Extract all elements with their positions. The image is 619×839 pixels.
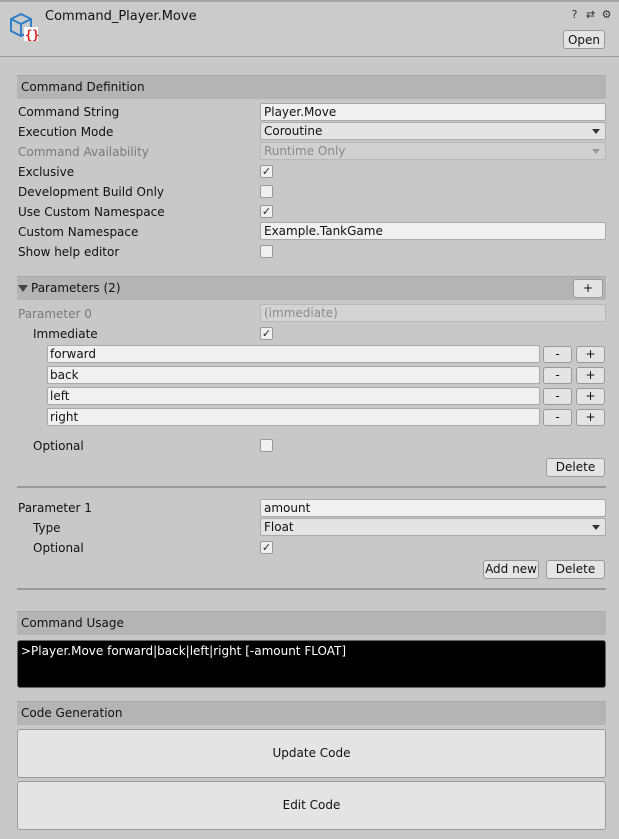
immediate-label: Immediate [33,327,98,341]
immediate-checkbox[interactable]: ✓ [260,327,273,340]
svg-text:{}: {} [25,28,39,42]
command-definition-header[interactable]: Command Definition [17,75,606,99]
use-custom-ns-checkbox[interactable]: ✓ [260,205,273,218]
param1-delete-button[interactable]: Delete [546,560,605,579]
settings-icon[interactable]: ⚙ [600,8,613,21]
parameters-header[interactable]: Parameters (2) [17,276,606,300]
param0-optional-checkbox[interactable] [260,439,273,452]
option-field-left[interactable]: left [47,387,540,405]
script-asset-icon: {} [10,12,39,42]
asset-title: Command_Player.Move [45,9,197,24]
param1-type-label: Type [33,521,61,535]
add-option-button[interactable]: + [576,346,605,363]
add-parameter-button[interactable]: + [573,279,603,298]
foldout-triangle-icon [18,285,28,292]
dropdown-arrow-icon [592,129,600,134]
preset-icon[interactable]: ⇄ [584,8,597,21]
show-help-checkbox[interactable] [260,245,273,258]
edit-code-button[interactable]: Edit Code [17,781,606,830]
custom-ns-field[interactable]: Example.TankGame [260,222,606,240]
custom-ns-label: Custom Namespace [18,225,139,239]
add-option-button[interactable]: + [576,367,605,384]
command-string-field[interactable]: Player.Move [260,103,606,121]
remove-option-button[interactable]: - [543,367,572,384]
open-button[interactable]: Open [563,30,605,49]
show-help-label: Show help editor [18,245,120,259]
add-new-button[interactable]: Add new [483,560,539,579]
dev-build-checkbox[interactable] [260,185,273,198]
option-field-back[interactable]: back [47,366,540,384]
execution-mode-value: Coroutine [264,124,323,138]
param0-delete-button[interactable]: Delete [546,458,605,477]
parameter-divider [17,588,606,590]
parameter-divider [17,486,606,488]
param1-optional-checkbox[interactable]: ✓ [260,541,273,554]
use-custom-ns-label: Use Custom Namespace [18,205,165,219]
param0-optional-label: Optional [33,439,84,453]
exclusive-checkbox[interactable]: ✓ [260,165,273,178]
code-generation-header[interactable]: Code Generation [17,701,606,725]
param1-optional-label: Optional [33,541,84,555]
help-icon[interactable]: ? [568,8,581,21]
update-code-button[interactable]: Update Code [17,729,606,778]
remove-option-button[interactable]: - [543,409,572,426]
param1-type-value: Float [264,520,294,534]
inspector-header: {} Command_Player.Move ? ⇄ ⚙ Open [0,2,619,57]
option-field-right[interactable]: right [47,408,540,426]
parameter-0-label: Parameter 0 [18,307,92,321]
dev-build-label: Development Build Only [18,185,165,199]
parameter-1-field[interactable]: amount [260,499,606,517]
availability-dropdown: Runtime Only [260,142,606,160]
execution-mode-label: Execution Mode [18,125,114,139]
command-usage-header[interactable]: Command Usage [17,611,606,635]
dropdown-arrow-icon [592,149,600,154]
remove-option-button[interactable]: - [543,388,572,405]
availability-value: Runtime Only [264,144,346,158]
execution-mode-dropdown[interactable]: Coroutine [260,122,606,140]
dropdown-arrow-icon [592,525,600,530]
availability-label: Command Availability [18,145,149,159]
command-string-label: Command String [18,105,120,119]
add-option-button[interactable]: + [576,388,605,405]
inspector-body: Command Definition Command String Player… [0,57,619,839]
option-field-forward[interactable]: forward [47,345,540,363]
parameter-0-field: (immediate) [260,304,606,322]
command-usage-text: >Player.Move forward|back|left|right [-a… [17,640,606,688]
parameter-1-label: Parameter 1 [18,501,92,515]
add-option-button[interactable]: + [576,409,605,426]
exclusive-label: Exclusive [18,165,75,179]
remove-option-button[interactable]: - [543,346,572,363]
param1-type-dropdown[interactable]: Float [260,518,606,536]
header-icon-group: ? ⇄ ⚙ [568,8,613,21]
parameters-title: Parameters (2) [31,281,121,295]
